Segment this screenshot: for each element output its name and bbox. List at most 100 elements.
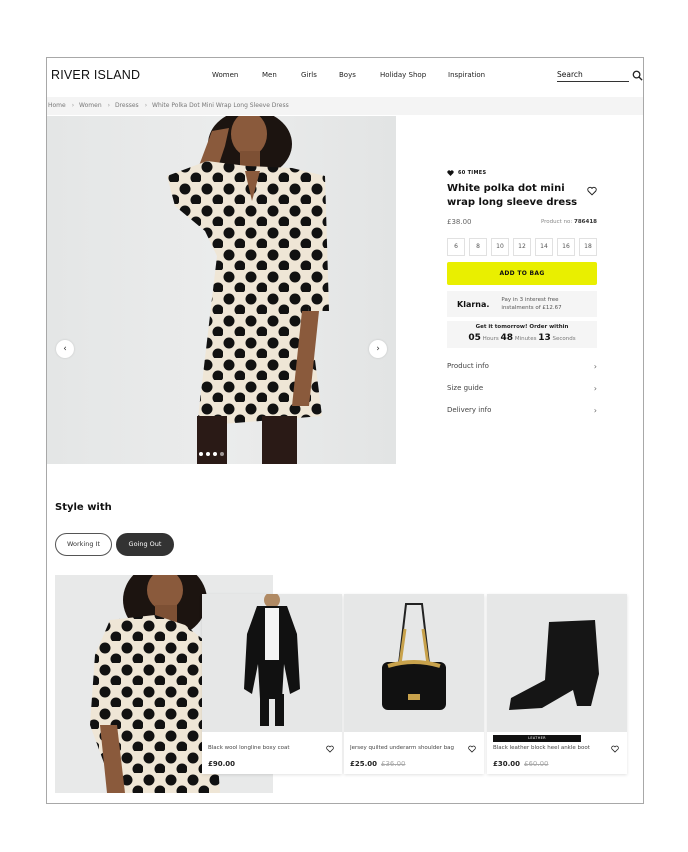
breadcrumb: Home › Women › Dresses › White Polka Dot Mi… xyxy=(47,97,643,115)
gallery-dot[interactable] xyxy=(199,452,203,456)
chevron-left-icon: ‹ xyxy=(63,344,67,354)
delivery-heading: Get it tomorrow! Order within xyxy=(475,324,569,330)
product-card-price: £90.00 xyxy=(208,760,235,768)
material-tag: LEATHER xyxy=(493,735,581,742)
breadcrumb-dresses[interactable]: Dresses xyxy=(115,102,139,109)
likes-label: 60 TIMES xyxy=(458,170,487,176)
size-option-12[interactable]: 12 xyxy=(513,238,531,256)
product-photo xyxy=(167,116,329,464)
gallery-next-button[interactable]: › xyxy=(369,340,387,358)
chevron-right-icon: › xyxy=(376,344,380,354)
product-price: £38.00 xyxy=(447,218,472,226)
page-frame: RIVER ISLAND Women Men Girls Boys Holida… xyxy=(46,57,644,804)
product-info-panel: 60 TIMES White polka dot mini wrap long … xyxy=(447,170,597,428)
was-price: £60.00 xyxy=(524,760,549,768)
nav-boys[interactable]: Boys xyxy=(339,71,356,79)
wishlist-heart-icon[interactable] xyxy=(468,745,476,753)
size-selector: 6 8 10 12 14 16 18 xyxy=(447,238,597,256)
product-card-name[interactable]: Black leather block heel ankle boot xyxy=(493,745,598,751)
nav-holiday-shop[interactable]: Holiday Shop xyxy=(380,71,426,79)
chevron-right-icon: › xyxy=(593,362,597,371)
breadcrumb-women[interactable]: Women xyxy=(79,102,102,109)
breadcrumb-separator-icon: › xyxy=(144,102,148,109)
breadcrumb-separator-icon: › xyxy=(107,102,111,109)
size-option-6[interactable]: 6 xyxy=(447,238,465,256)
current-price: £90.00 xyxy=(208,760,236,768)
countdown-timer: 05 Hours 48 Minutes 13 Seconds xyxy=(447,333,597,343)
search-icon[interactable] xyxy=(632,70,643,81)
current-price: £25.00 xyxy=(350,760,378,768)
search-input[interactable]: Search xyxy=(557,69,629,82)
gallery-dot[interactable] xyxy=(213,452,217,456)
size-option-14[interactable]: 14 xyxy=(535,238,553,256)
countdown-hours: 05 xyxy=(468,333,481,343)
boot-photo xyxy=(509,620,599,710)
nav-inspiration[interactable]: Inspiration xyxy=(448,71,485,79)
gallery-pagination xyxy=(199,452,224,456)
product-image-gallery[interactable]: ‹ › xyxy=(47,116,396,464)
product-card-name[interactable]: Jersey quilted underarm shoulder bag xyxy=(350,745,455,751)
size-option-16[interactable]: 16 xyxy=(557,238,575,256)
gallery-prev-button[interactable]: ‹ xyxy=(56,340,74,358)
coat-photo xyxy=(244,594,300,726)
product-card[interactable]: Black wool longline boxy coat £90.00 xyxy=(202,594,342,774)
countdown-minutes-label: Minutes xyxy=(514,336,537,342)
gallery-dot[interactable] xyxy=(206,452,210,456)
chevron-right-icon: › xyxy=(593,406,597,415)
accordion-product-info[interactable]: Product info › xyxy=(447,362,597,384)
nav-girls[interactable]: Girls xyxy=(301,71,317,79)
klarna-banner: Klarna. Pay in 3 interest free instalmen… xyxy=(447,291,597,317)
product-card-price: £25.00 £36.00 xyxy=(350,760,406,768)
nav-women[interactable]: Women xyxy=(212,71,238,79)
bag-photo xyxy=(382,603,446,710)
klarna-line-1: Pay in 3 interest free xyxy=(501,297,559,303)
accordion-delivery-info[interactable]: Delivery info › xyxy=(447,406,597,428)
delivery-countdown: Get it tomorrow! Order within 05 Hours 4… xyxy=(447,321,597,348)
heart-filled-icon xyxy=(447,170,454,176)
product-number-label: Product no: xyxy=(540,219,573,225)
gallery-dot[interactable] xyxy=(220,452,224,456)
klarna-logo: Klarna. xyxy=(457,299,490,309)
river-island-logo[interactable]: RIVER ISLAND xyxy=(51,68,140,82)
product-card-image[interactable] xyxy=(487,594,627,732)
add-to-bag-button[interactable]: ADD TO BAG xyxy=(447,262,597,285)
size-option-10[interactable]: 10 xyxy=(491,238,509,256)
likes-count: 60 TIMES xyxy=(447,170,597,176)
size-option-8[interactable]: 8 xyxy=(469,238,487,256)
wishlist-heart-icon[interactable] xyxy=(326,745,334,753)
nav-men[interactable]: Men xyxy=(262,71,277,79)
product-number-value: 786418 xyxy=(574,219,597,225)
product-card-price: £30.00 £60.00 xyxy=(493,760,549,768)
countdown-seconds-label: Seconds xyxy=(552,336,576,342)
product-card[interactable]: LEATHER Black leather block heel ankle b… xyxy=(487,594,627,774)
countdown-minutes: 48 xyxy=(500,333,514,343)
size-option-18[interactable]: 18 xyxy=(579,238,597,256)
breadcrumb-home[interactable]: Home xyxy=(48,102,66,109)
klarna-line-2: instalments of £12.67 xyxy=(501,305,562,311)
countdown-hours-label: Hours xyxy=(482,336,499,342)
info-accordion: Product info › Size guide › Delivery inf… xyxy=(447,362,597,428)
wishlist-heart-icon[interactable] xyxy=(611,745,619,753)
product-card-name[interactable]: Black wool longline boxy coat xyxy=(208,745,313,751)
accordion-label: Product info xyxy=(447,362,489,370)
price-row: £38.00 Product no: 786418 xyxy=(447,218,597,226)
product-title: White polka dot mini wrap long sleeve dr… xyxy=(447,183,578,208)
accordion-label: Size guide xyxy=(447,384,484,392)
accordion-label: Delivery info xyxy=(447,406,492,414)
breadcrumb-current: White Polka Dot Mini Wrap Long Sleeve Dr… xyxy=(152,102,289,109)
tab-working-it[interactable]: Working It xyxy=(55,533,112,556)
was-price: £36.00 xyxy=(381,760,406,768)
current-price: £30.00 xyxy=(493,760,521,768)
product-card[interactable]: Jersey quilted underarm shoulder bag £25… xyxy=(344,594,484,774)
style-with-heading: Style with xyxy=(55,502,112,513)
product-card-image[interactable] xyxy=(344,594,484,732)
klarna-text: Pay in 3 interest free instalments of £1… xyxy=(501,296,561,312)
site-header: RIVER ISLAND Women Men Girls Boys Holida… xyxy=(47,58,643,96)
accordion-size-guide[interactable]: Size guide › xyxy=(447,384,597,406)
countdown-seconds: 13 xyxy=(538,333,551,343)
wishlist-heart-icon[interactable] xyxy=(587,186,597,196)
tab-going-out[interactable]: Going Out xyxy=(116,533,174,556)
chevron-right-icon: › xyxy=(593,384,597,393)
product-number: Product no: 786418 xyxy=(541,219,597,226)
product-card-image[interactable] xyxy=(202,594,342,732)
